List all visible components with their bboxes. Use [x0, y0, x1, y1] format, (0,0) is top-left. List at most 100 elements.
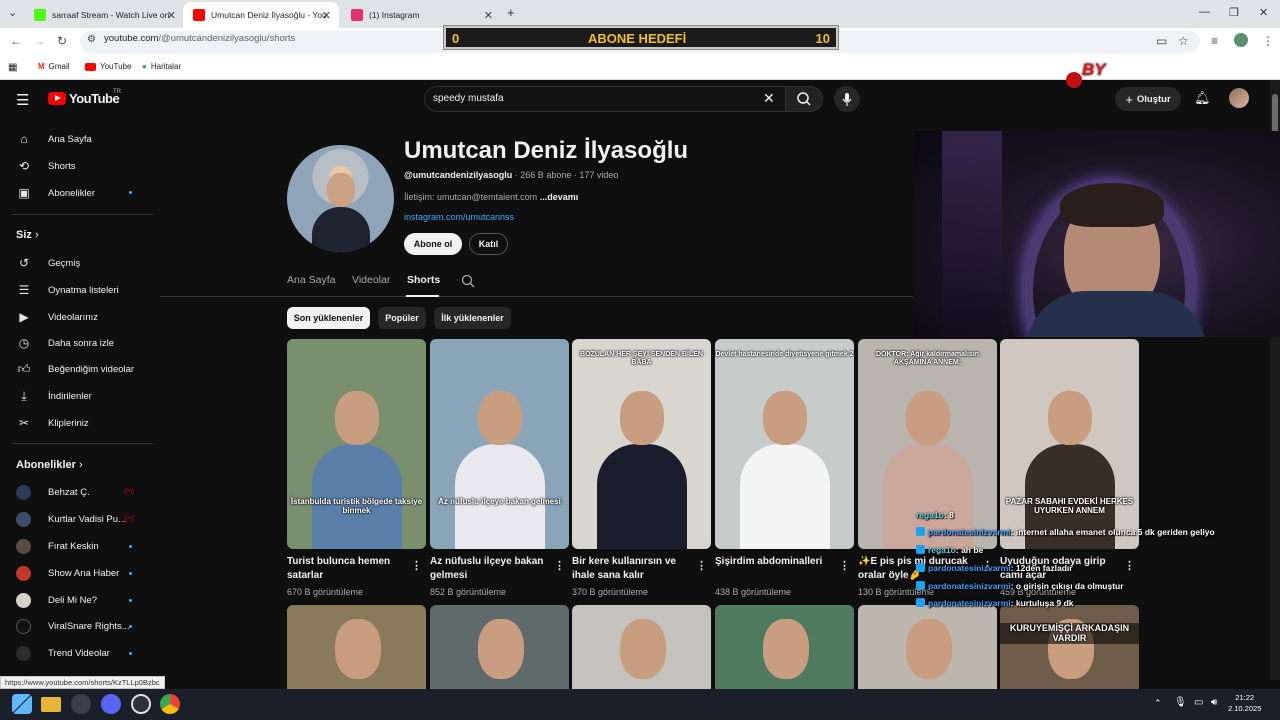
subscribe-button[interactable]: Abone ol	[404, 233, 462, 255]
chip-latest[interactable]: Son yüklenenler	[287, 307, 370, 329]
search-icon	[797, 92, 811, 106]
short-title[interactable]: Az nüfuslu ilçeye bakan gelmesi	[430, 555, 548, 582]
search-button[interactable]	[785, 86, 823, 112]
bookmark-youtube[interactable]: YouTube	[85, 62, 131, 71]
sidebar-subscriptions-heading[interactable]: Abonelikler ›	[16, 459, 83, 471]
bookmark-maps[interactable]: ● Haritalar	[142, 62, 181, 71]
channel-link[interactable]: instagram.com/umutcannss	[404, 212, 514, 222]
bookmark-gmail[interactable]: M Gmail	[38, 62, 70, 71]
tab-instagram[interactable]: (1) Instagram ✕	[341, 2, 501, 28]
bookmark-star-icon[interactable]: ☆	[1178, 34, 1189, 48]
cast-icon[interactable]: ▭	[1156, 34, 1167, 48]
sidebar-sub-kurtlar-vadisi[interactable]: Kurtlar Vadisi Pu...	[16, 512, 126, 527]
sidebar-item-downloads[interactable]: ⤓ İndirilenler	[16, 389, 91, 404]
tab-youtube[interactable]: Umutcan Deniz İlyasoğlu - You ✕	[183, 2, 339, 28]
short-title[interactable]: Bir kere kullanırsın ve ihale sana kalır	[572, 555, 690, 582]
reload-icon[interactable]: ↻	[57, 34, 67, 48]
sidebar-item-playlists[interactable]: ☰ Oynatma listeleri	[16, 283, 119, 297]
obs-icon[interactable]	[131, 694, 151, 714]
hamburger-menu-icon[interactable]: ☰	[16, 91, 29, 109]
tab-videos[interactable]: Videolar	[352, 274, 390, 286]
close-icon[interactable]: ✕	[484, 9, 493, 22]
channel-avatar[interactable]	[287, 145, 394, 252]
short-thumbnail[interactable]	[430, 605, 569, 689]
more-link[interactable]: ...devamı	[540, 192, 579, 202]
short-thumbnail[interactable]: PAZAR SABAHI EVDEKİ HERKES UYURKEN ANNEM	[1000, 339, 1139, 549]
sidebar-sub-show-ana-haber[interactable]: Show Ana Haber	[16, 566, 119, 581]
short-thumbnail[interactable]	[287, 605, 426, 689]
new-tab-icon[interactable]: +	[507, 5, 515, 20]
menu-icon[interactable]: ⋮	[1262, 34, 1274, 48]
short-title[interactable]: Turist bulunca hemen satarlar	[287, 555, 405, 582]
site-info-icon[interactable]: ⚙	[87, 34, 96, 45]
search-input[interactable]: speedy mustafa	[433, 93, 504, 104]
sidebar-sub-deli-mi-ne[interactable]: Deli Mi Ne?	[16, 593, 97, 608]
media-icon[interactable]: ≡	[1211, 34, 1218, 48]
sidebar-sub-firat-keskin[interactable]: Fırat Keskin	[16, 539, 99, 554]
tab-home[interactable]: Ana Sayfa	[287, 274, 335, 286]
sidebar-item-shorts[interactable]: ⟲ Shorts	[16, 159, 76, 173]
avatar	[16, 593, 31, 608]
microphone-icon[interactable]: 🎙︎	[1174, 697, 1187, 708]
sidebar-sub-viralsnare[interactable]: ViralSnare Rights...	[16, 619, 130, 634]
youtube-logo-text[interactable]: YouTube	[69, 91, 120, 106]
short-thumbnail[interactable]	[858, 605, 997, 689]
short-title[interactable]: Şişirdim abdominalleri	[715, 555, 833, 569]
minimize-icon[interactable]: —	[1199, 6, 1210, 18]
short-thumbnail[interactable]	[715, 605, 854, 689]
sidebar-item-your-videos[interactable]: ▶ Videolarınız	[16, 310, 98, 324]
profile-icon[interactable]	[1234, 33, 1248, 47]
close-window-icon[interactable]: ✕	[1259, 6, 1268, 19]
discord-icon[interactable]	[101, 694, 121, 714]
close-icon[interactable]: ✕	[167, 9, 176, 22]
short-thumbnail[interactable]: Az nüfuslu ilçeye bakan gelmesi	[430, 339, 569, 549]
chrome-icon[interactable]	[160, 694, 180, 714]
url-text[interactable]: youtube.com/@umutcandenizilyasoglu/short…	[104, 33, 295, 44]
file-explorer-icon[interactable]	[41, 697, 61, 712]
voice-search-button[interactable]	[834, 86, 860, 112]
sidebar-item-watch-later[interactable]: ◷ Daha sonra izle	[16, 336, 114, 350]
youtube-logo-icon[interactable]	[48, 92, 66, 105]
more-options-icon[interactable]: ⋮	[1124, 559, 1135, 572]
volume-icon[interactable]: 🔊︎	[1211, 697, 1217, 708]
channel-search-icon[interactable]	[460, 273, 476, 289]
sidebar-item-subscriptions[interactable]: ▣ Abonelikler	[16, 186, 95, 200]
sidebar-you-heading[interactable]: Siz ›	[16, 229, 39, 241]
chip-popular[interactable]: Popüler	[378, 307, 426, 329]
create-button[interactable]: + Oluştur	[1115, 87, 1181, 111]
account-avatar[interactable]	[1229, 88, 1249, 108]
windows-start-icon[interactable]	[12, 694, 32, 714]
steam-icon[interactable]	[71, 694, 91, 714]
more-options-icon[interactable]: ⋮	[839, 559, 850, 572]
display-icon[interactable]: ▭	[1194, 697, 1203, 708]
restore-icon[interactable]: ❐	[1229, 6, 1239, 19]
clear-search-icon[interactable]: ✕	[763, 90, 775, 107]
short-thumbnail[interactable]: İstanbulda turistik bölgede taksiye binm…	[287, 339, 426, 549]
taskbar-clock[interactable]: 21:22 2.10.2025	[1228, 693, 1261, 715]
tab-stream[interactable]: sarraaf Stream - Watch Live on ✕	[24, 2, 184, 28]
notifications-bell-icon[interactable]: 🔔︎	[1194, 90, 1211, 106]
apps-icon[interactable]: ▦	[8, 62, 17, 73]
close-icon[interactable]: ✕	[322, 9, 331, 22]
join-button[interactable]: Katıl	[469, 233, 508, 255]
more-options-icon[interactable]: ⋮	[554, 559, 565, 572]
sidebar-item-history[interactable]: ↺ Geçmiş	[16, 256, 80, 270]
more-options-icon[interactable]: ⋮	[411, 559, 422, 572]
sidebar-item-home[interactable]: ⌂ Ana Sayfa	[16, 132, 91, 146]
tray-chevron-icon[interactable]: ⌃	[1154, 698, 1162, 709]
sidebar-item-liked-videos[interactable]: 👍︎ Beğendiğim videolar	[16, 362, 134, 377]
more-options-icon[interactable]: ⋮	[696, 559, 707, 572]
back-icon[interactable]: ←	[10, 34, 22, 48]
tab-shorts[interactable]: Shorts	[407, 274, 440, 286]
channel-description[interactable]: İletişim: umutcan@temtalent.com ...devam…	[404, 192, 578, 202]
sidebar-item-clips[interactable]: ✂ Klipleriniz	[16, 416, 89, 430]
forward-icon[interactable]: →	[33, 34, 45, 48]
sidebar-sub-trend-videolar[interactable]: Trend Videolar	[16, 646, 110, 661]
short-thumbnail[interactable]: Devlet hastanesinde diyetisyene gitmek 2	[715, 339, 854, 549]
sidebar-sub-behzat[interactable]: Behzat Ç.	[16, 485, 90, 500]
short-thumbnail[interactable]: KURUYEMİŞÇİ ARKADAŞIN VARDIR	[1000, 605, 1139, 689]
short-thumbnail[interactable]	[572, 605, 711, 689]
tab-search-icon[interactable]: ⌄	[8, 6, 17, 19]
short-thumbnail[interactable]: BOZULAN HER ŞEYİ SENDEN BİLEN BABA	[572, 339, 711, 549]
chip-oldest[interactable]: İlk yüklenenler	[434, 307, 511, 329]
